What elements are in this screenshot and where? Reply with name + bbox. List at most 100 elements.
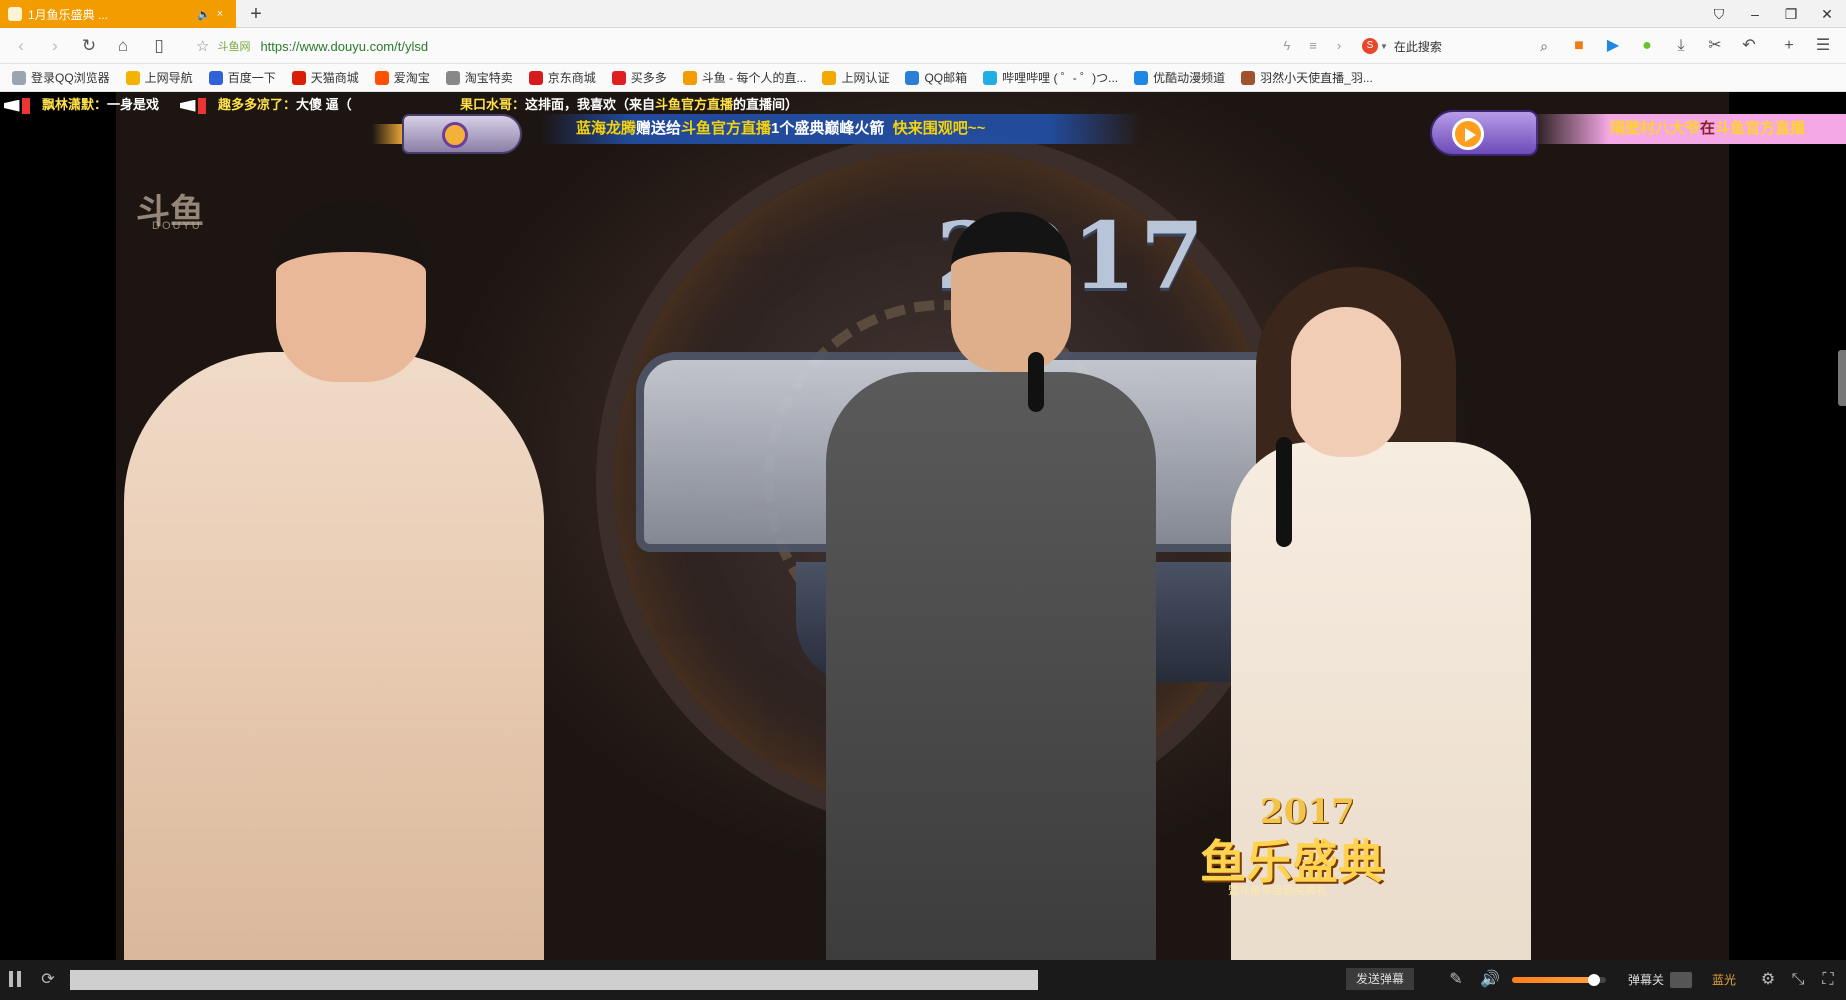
star-icon[interactable]: ☆: [196, 37, 209, 55]
bookmark-item[interactable]: 百度一下: [208, 69, 276, 86]
danmaku-item: 趣多多凉了：大傻 逼（: [180, 94, 352, 116]
bookmark-item[interactable]: 优酷动漫频道: [1134, 69, 1225, 86]
event-corner-logo: 2017 鱼乐盛典 暨斗鱼年度颁奖典礼: [1200, 792, 1430, 902]
chat-icon[interactable]: ●: [1634, 34, 1660, 58]
bookmark-label: 登录QQ浏览器: [31, 71, 110, 85]
bookmark-label: 百度一下: [227, 71, 276, 85]
bookmark-item[interactable]: 京东商城: [528, 69, 596, 86]
bookmark-item[interactable]: 上网认证: [822, 69, 889, 86]
bookmark-label: 淘宝特卖: [464, 71, 513, 85]
toggle-switch[interactable]: [1670, 972, 1693, 988]
bookmark-favicon-icon: [445, 70, 460, 85]
bookmark-label: 哔哩哔哩 ( ゜- ゜)つ...: [1002, 71, 1119, 85]
forward-icon[interactable]: ›: [42, 34, 68, 58]
search-icon[interactable]: ⌕: [1540, 38, 1548, 55]
bookmark-label: 上网导航: [144, 71, 193, 85]
guest-center-head: [951, 212, 1071, 372]
search-input[interactable]: 在此搜索: [1394, 38, 1540, 55]
navigation-bar: ‹ › ↻ ⌂ ▯ ☆ 斗鱼网 https://www.douyu.com/t/…: [0, 28, 1846, 64]
web-fullscreen-icon[interactable]: ⤡: [1786, 968, 1810, 992]
send-danmaku-button[interactable]: 发送弹幕: [1346, 968, 1414, 990]
megaphone-icon: [180, 96, 212, 116]
bookmark-item[interactable]: 羽然小天使直播_羽...: [1241, 69, 1373, 86]
bookmark-label: QQ邮箱: [924, 71, 968, 85]
bookmark-favicon-icon: [374, 70, 389, 85]
download-icon[interactable]: ⤓: [1668, 34, 1694, 58]
bookmark-label: 优酷动漫频道: [1153, 71, 1226, 85]
menu-icon[interactable]: ⛉: [1700, 0, 1738, 28]
address-bar[interactable]: ☆ 斗鱼网 https://www.douyu.com/t/ylsd: [196, 33, 1301, 59]
plus-icon[interactable]: +: [1776, 34, 1802, 58]
list-icon[interactable]: ≡: [1302, 34, 1324, 58]
gift-banner: 蓝海龙腾赠送给斗鱼官方直播1个盛典巅峰火箭 快来围观吧~~: [540, 114, 1140, 144]
lightning-icon[interactable]: ϟ: [1276, 34, 1298, 58]
bookmark-item[interactable]: 买多多: [611, 69, 667, 86]
douyu-watermark-sub: DOUYU: [152, 220, 202, 232]
speaker-icon[interactable]: 🔈: [196, 8, 212, 21]
url-text[interactable]: https://www.douyu.com/t/ylsd: [260, 39, 428, 54]
gift-banner-2: 隔壁村八大爷在斗鱼官方直播: [1530, 114, 1846, 144]
tab-close-icon[interactable]: ×: [212, 8, 228, 20]
scissors-icon[interactable]: ✂: [1702, 34, 1728, 58]
restore-button[interactable]: ❐: [1772, 0, 1810, 28]
search-engine-icon[interactable]: S: [1362, 38, 1378, 54]
quality-selector[interactable]: 蓝光: [1712, 970, 1736, 990]
reader-icon[interactable]: ▯: [146, 34, 172, 58]
guest-center: [826, 372, 1156, 960]
danmaku-toggle[interactable]: 弹幕关: [1628, 970, 1693, 990]
chevron-down-icon[interactable]: ▼: [1380, 42, 1388, 51]
bookmark-item[interactable]: 斗鱼 - 每个人的直...: [682, 69, 807, 86]
search-box[interactable]: S ▼ 在此搜索 ⌕: [1362, 34, 1548, 58]
back-icon[interactable]: ‹: [8, 34, 34, 58]
pause-icon[interactable]: [8, 971, 22, 987]
new-tab-button[interactable]: +: [244, 2, 268, 26]
chevron-right-icon[interactable]: ›: [1328, 34, 1350, 58]
volume-knob[interactable]: [1587, 974, 1600, 986]
progress-fill: [70, 970, 1038, 990]
video-frame[interactable]: 2017 斗鱼 DOUYU 2017 鱼乐盛典 暨斗鱼年度颁奖典礼: [116, 92, 1729, 960]
rocket-icon: [372, 100, 552, 166]
undo-icon[interactable]: ↶: [1736, 34, 1762, 58]
bookmarks-bar: 登录QQ浏览器 上网导航 百度一下 天猫商城 爱淘宝 淘宝特卖 京东商城 买多多 斗鱼 - 每个…: [0, 64, 1846, 92]
tab-active[interactable]: 1月鱼乐盛典 ... 🔈 ×: [0, 0, 236, 28]
hamburger-menu-icon[interactable]: ☰: [1810, 34, 1836, 58]
danmaku-item: 飘林潇默：一身是戏: [4, 94, 159, 116]
close-window-button[interactable]: ✕: [1808, 0, 1846, 28]
bookmark-favicon-icon: [822, 70, 837, 85]
minimize-button[interactable]: –: [1736, 0, 1774, 28]
host-right-head: [1291, 307, 1401, 457]
volume-icon[interactable]: 🔊: [1478, 968, 1502, 992]
bookmark-label: 上网认证: [841, 71, 890, 85]
tab-title: 1月鱼乐盛典 ...: [28, 7, 109, 22]
bookmark-favicon-icon: [291, 70, 306, 85]
bookmark-favicon-icon: [611, 70, 626, 85]
side-panel-handle[interactable]: [1838, 350, 1846, 406]
refresh-icon[interactable]: ↻: [76, 34, 102, 58]
microphone-icon: [1028, 352, 1044, 412]
progress-bar[interactable]: [70, 970, 1038, 990]
bookmark-favicon-icon: [983, 70, 998, 85]
bookmark-label: 京东商城: [547, 71, 596, 85]
camera-icon[interactable]: ■: [1566, 34, 1592, 58]
bookmark-item[interactable]: 天猫商城: [291, 69, 359, 86]
bookmark-label: 羽然小天使直播_羽...: [1260, 71, 1373, 85]
bookmark-item[interactable]: QQ邮箱: [905, 69, 967, 86]
bookmark-item[interactable]: 哔哩哔哩 ( ゜- ゜)つ...: [983, 69, 1118, 86]
video-player[interactable]: 2017 斗鱼 DOUYU 2017 鱼乐盛典 暨斗鱼年度颁奖典礼 飘林潇默：一…: [0, 92, 1846, 960]
microphone-icon: [1276, 437, 1292, 547]
home-icon[interactable]: ⌂: [110, 34, 136, 58]
bookmark-item[interactable]: 登录QQ浏览器: [12, 69, 110, 86]
bookmark-item[interactable]: 上网导航: [125, 69, 193, 86]
settings-icon[interactable]: ⚙: [1756, 968, 1780, 992]
edit-icon[interactable]: ✎: [1444, 968, 1468, 992]
fullscreen-icon[interactable]: ⛶: [1816, 968, 1840, 992]
bookmark-item[interactable]: 淘宝特卖: [445, 69, 513, 86]
bookmark-label: 斗鱼 - 每个人的直...: [701, 71, 807, 85]
bookmark-favicon-icon: [125, 70, 140, 85]
volume-fill: [1512, 977, 1594, 983]
host-left: [124, 352, 544, 960]
bookmark-item[interactable]: 爱淘宝: [374, 69, 430, 86]
reload-icon[interactable]: ⟳: [36, 968, 60, 992]
play-icon[interactable]: ▶: [1600, 34, 1626, 58]
volume-slider[interactable]: [1512, 974, 1606, 986]
